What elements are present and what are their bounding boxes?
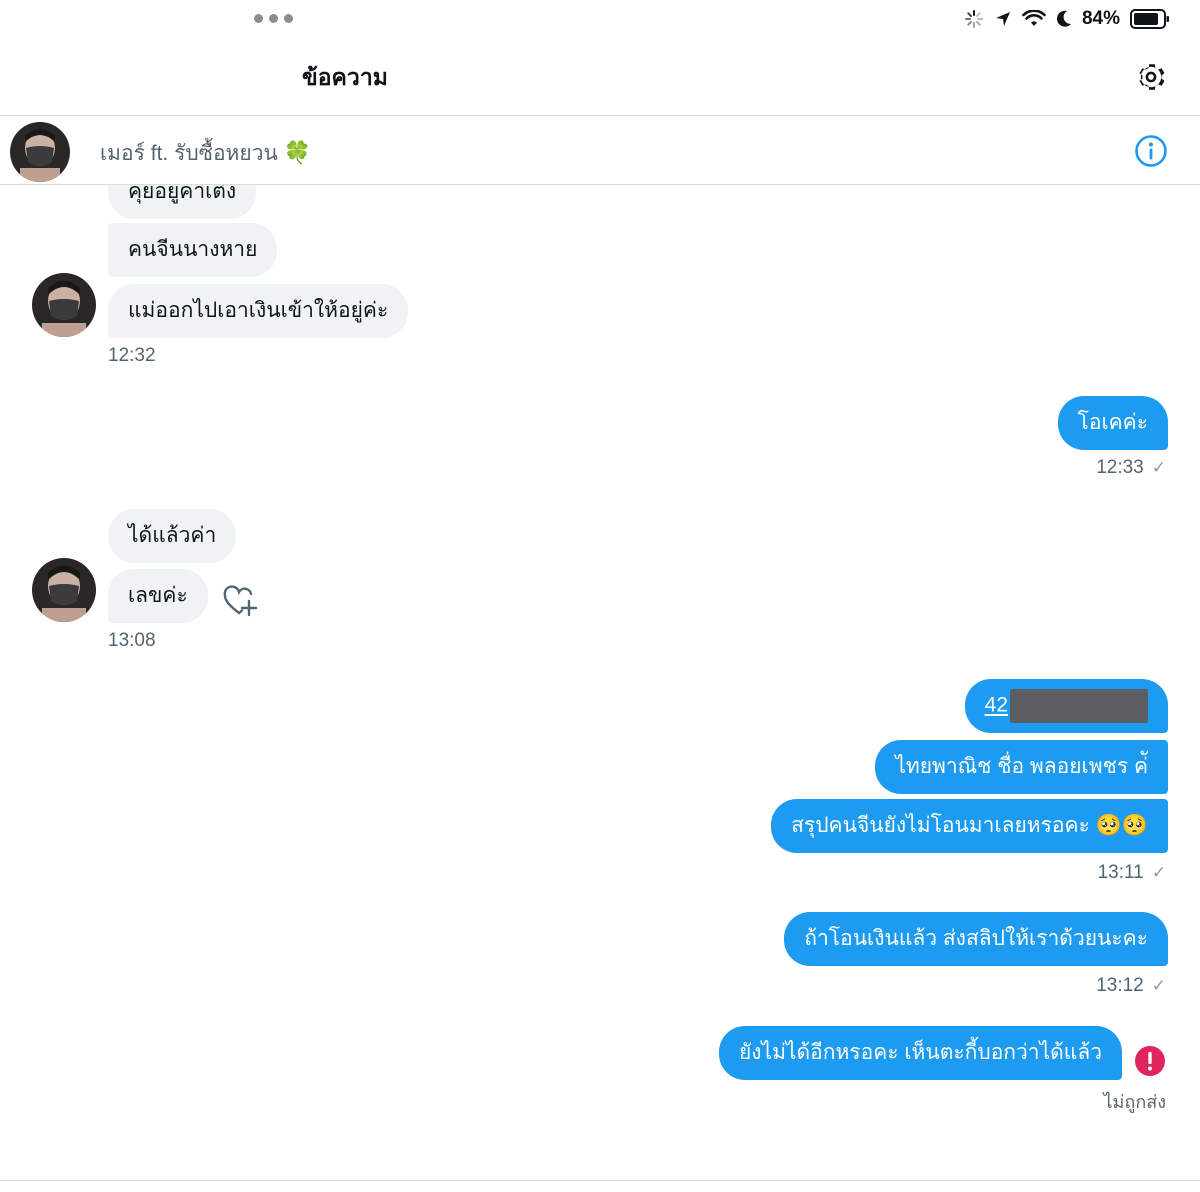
location-arrow-icon [995, 12, 1010, 26]
message-list[interactable]: คุยอยู่ค่าเต๋ง คนจีนนางหาย แม่ออกไปเอาเง… [0, 185, 1200, 1180]
message-bubble[interactable]: ยังไม่ได้อีกหรอคะ เห็นตะกี้บอกว่าได้แล้ว [718, 1026, 1122, 1080]
message-bubble[interactable]: ได้แล้วค่า [108, 509, 237, 563]
account-number-link[interactable]: 42 [985, 694, 1008, 717]
redacted-block [1010, 689, 1148, 723]
check-icon: ✓ [1151, 863, 1166, 882]
conversation-name-text: เมอร์ ft. รับซื้อหยวน [100, 142, 278, 165]
dm-screen: 84% ข้อความ เมอร์ ft. รับซื้อหยวน 🍀 คุยอ… [0, 0, 1200, 1192]
message-timestamp: 13:11 [1097, 862, 1144, 883]
message-timestamp: 13:12 [1096, 975, 1144, 996]
message-bubble[interactable]: แม่ออกไปเอาเงินเข้าให้อยู่ค่ะ [108, 284, 409, 338]
check-icon: ✓ [1151, 458, 1166, 477]
page-title: ข้อความ [302, 64, 388, 90]
message-meta: 13:12 ✓ [1096, 975, 1166, 997]
moon-icon [1056, 10, 1071, 27]
clover-emoji: 🍀 [283, 140, 312, 165]
message-bubble[interactable]: ไทยพาณิช ชื่อ พลอยเพชร ค่ั [875, 740, 1168, 794]
heart-add-icon[interactable] [222, 585, 258, 619]
avatar[interactable] [10, 122, 70, 182]
message-bubble[interactable]: คุยอยู่ค่าเต๋ง [108, 185, 257, 219]
conversation-name[interactable]: เมอร์ ft. รับซื้อหยวน 🍀 [100, 137, 311, 170]
message-bubble[interactable]: เลขค่ะ [108, 569, 208, 623]
message-timestamp: 12:32 [108, 345, 156, 366]
message-bubble[interactable]: คนจีนนางหาย [108, 223, 278, 277]
battery-percentage: 84% [1081, 8, 1120, 29]
avatar[interactable] [32, 558, 96, 622]
message-bubble[interactable]: โอเคค่ะ [1057, 396, 1168, 450]
info-icon[interactable] [1134, 134, 1168, 168]
page-header: ข้อความ [0, 38, 1200, 116]
ellipsis-icon[interactable] [254, 14, 293, 23]
wifi-icon [1022, 10, 1046, 26]
loading-icon [964, 10, 983, 28]
message-timestamp: 13:08 [108, 630, 156, 651]
gear-icon[interactable] [1134, 60, 1168, 94]
message-meta: 12:33 ✓ [1096, 457, 1166, 479]
not-sent-status: ไม่ถูกส่ง [1103, 1092, 1167, 1112]
message-bubble[interactable]: ถ้าโอนเงินแล้ว ส่งสลิปให้เราด้วยนะคะ [784, 912, 1168, 966]
divider [0, 1180, 1200, 1181]
conversation-bar[interactable]: เมอร์ ft. รับซื้อหยวน 🍀 [0, 117, 1200, 185]
message-bubble[interactable]: 42 [964, 679, 1168, 733]
status-indicators: 84% [964, 6, 1170, 32]
status-bar: 84% [0, 0, 1200, 38]
avatar[interactable] [32, 273, 96, 337]
check-icon: ✓ [1151, 976, 1166, 995]
message-bubble[interactable]: สรุปคนจีนยังไม่โอนมาเลยหรอคะ 🥺🥺 [771, 799, 1168, 853]
error-icon[interactable] [1134, 1045, 1166, 1077]
message-meta: 13:11 ✓ [1098, 862, 1166, 884]
battery-icon [1130, 9, 1169, 29]
message-timestamp: 12:33 [1096, 457, 1144, 478]
